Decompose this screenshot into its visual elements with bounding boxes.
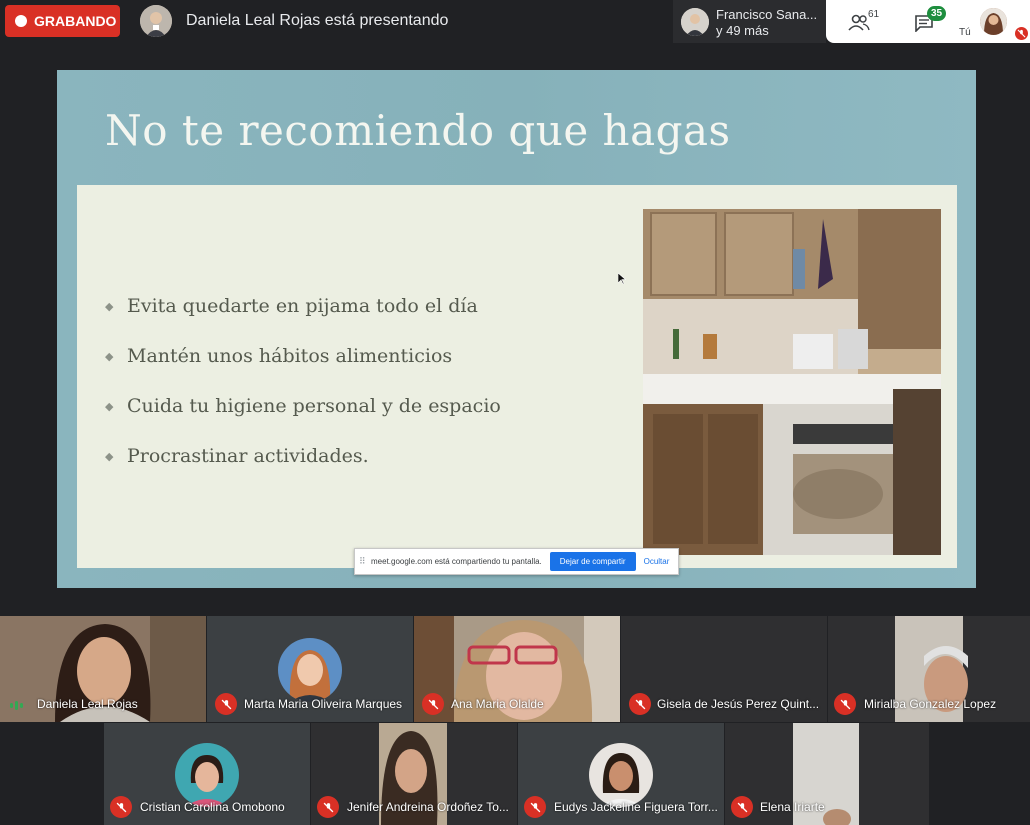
mic-off-icon <box>110 796 132 818</box>
participant-name: Ana Maria Olalde <box>451 697 544 711</box>
slide-bullet: ◆ Procrastinar actividades. <box>105 445 369 467</box>
other-participants-chip[interactable]: Francisco Sana... y 49 más <box>673 0 826 43</box>
participant-tile[interactable]: Jenifer Andreina Ordoñez To... <box>311 723 517 825</box>
participant-avatar <box>278 638 342 702</box>
chat-button[interactable]: 35 <box>910 6 950 36</box>
top-bar: GRABANDO Daniela Leal Rojas está present… <box>0 0 1030 43</box>
speaking-indicator-icon <box>10 701 23 710</box>
mouse-cursor-icon <box>618 273 626 285</box>
slide-bullet-list: ◆ Evita quedarte en pijama todo el día ◆ M… <box>105 295 501 495</box>
mic-off-icon <box>834 693 856 715</box>
shared-screen: No te recomiendo que hagas ◆ Evita quedar… <box>57 70 976 588</box>
record-dot-icon <box>15 15 27 27</box>
participant-name: Jenifer Andreina Ordoñez To... <box>347 800 509 814</box>
recording-badge[interactable]: GRABANDO <box>5 5 120 37</box>
participant-tile[interactable]: Cristian Carolina Omobono <box>104 723 310 825</box>
mic-off-icon <box>731 796 753 818</box>
self-label: Tú <box>959 27 971 38</box>
hide-share-bar-link[interactable]: Ocultar <box>644 557 670 566</box>
top-right-panel: 61 35 Tú <box>826 0 1030 43</box>
participant-name: Mirialba Gonzalez Lopez <box>864 697 997 711</box>
participant-name: Eudys Jackeline Figuera Torr... <box>554 800 718 814</box>
mic-off-icon <box>629 693 651 715</box>
participant-name: Gisela de Jesús Perez Quint... <box>657 697 820 711</box>
people-icon <box>848 14 870 31</box>
participant-tile[interactable]: Elena Iriarte <box>725 723 929 825</box>
others-count-text: y 49 más <box>716 23 769 38</box>
diamond-bullet-icon: ◆ <box>105 300 114 313</box>
slide-bullet: ◆ Cuida tu higiene personal y de espacio <box>105 395 501 417</box>
mic-off-icon <box>317 796 339 818</box>
slide-bullet: ◆ Mantén unos hábitos alimenticios <box>105 345 453 367</box>
share-notice-text: meet.google.com está compartiendo tu pan… <box>371 557 542 566</box>
diamond-bullet-icon: ◆ <box>105 400 114 413</box>
recording-label: GRABANDO <box>34 13 117 29</box>
participant-name: Daniela Leal Rojas <box>37 697 138 711</box>
presenter-avatar <box>140 5 172 37</box>
slide-title: No te recomiendo que hagas <box>105 106 731 155</box>
participant-tile[interactable]: Marta Maria Oliveira Marques <box>207 616 413 722</box>
kitchen-photo <box>643 209 941 555</box>
mic-off-icon <box>422 693 444 715</box>
participant-avatar <box>589 743 653 807</box>
self-mic-off-icon <box>1015 27 1028 40</box>
self-avatar[interactable] <box>980 8 1007 35</box>
people-count: 61 <box>868 9 880 20</box>
participant-tile[interactable]: Mirialba Gonzalez Lopez <box>828 616 1030 722</box>
stop-sharing-button[interactable]: Dejar de compartir <box>549 552 636 571</box>
participant-name: Marta Maria Oliveira Marques <box>244 697 403 711</box>
participant-tile[interactable]: Ana Maria Olalde <box>414 616 620 722</box>
participant-avatar <box>175 743 239 807</box>
chat-count-badge: 35 <box>927 6 947 21</box>
mic-off-icon <box>524 796 546 818</box>
participant-tile[interactable]: Eudys Jackeline Figuera Torr... <box>518 723 724 825</box>
others-primary-name: Francisco Sana... <box>716 7 818 22</box>
participant-avatar <box>681 8 709 36</box>
slide-bullet: ◆ Evita quedarte en pijama todo el día <box>105 295 478 317</box>
presenter-status: Daniela Leal Rojas está presentando <box>186 12 449 29</box>
mic-off-icon <box>215 693 237 715</box>
participant-tile[interactable]: Gisela de Jesús Perez Quint... <box>621 616 827 722</box>
participant-tile[interactable]: Daniela Leal Rojas <box>0 616 206 722</box>
people-button[interactable]: 61 <box>846 9 886 36</box>
drag-handle-icon[interactable]: ⠿ <box>359 556 367 567</box>
diamond-bullet-icon: ◆ <box>105 450 114 463</box>
screen-share-notification-bar: ⠿ meet.google.com está compartiendo tu p… <box>354 548 679 575</box>
participant-name: Elena Iriarte <box>760 800 825 814</box>
diamond-bullet-icon: ◆ <box>105 350 114 363</box>
slide-content-card: ◆ Evita quedarte en pijama todo el día ◆ M… <box>77 185 957 568</box>
participant-name: Cristian Carolina Omobono <box>140 800 285 814</box>
